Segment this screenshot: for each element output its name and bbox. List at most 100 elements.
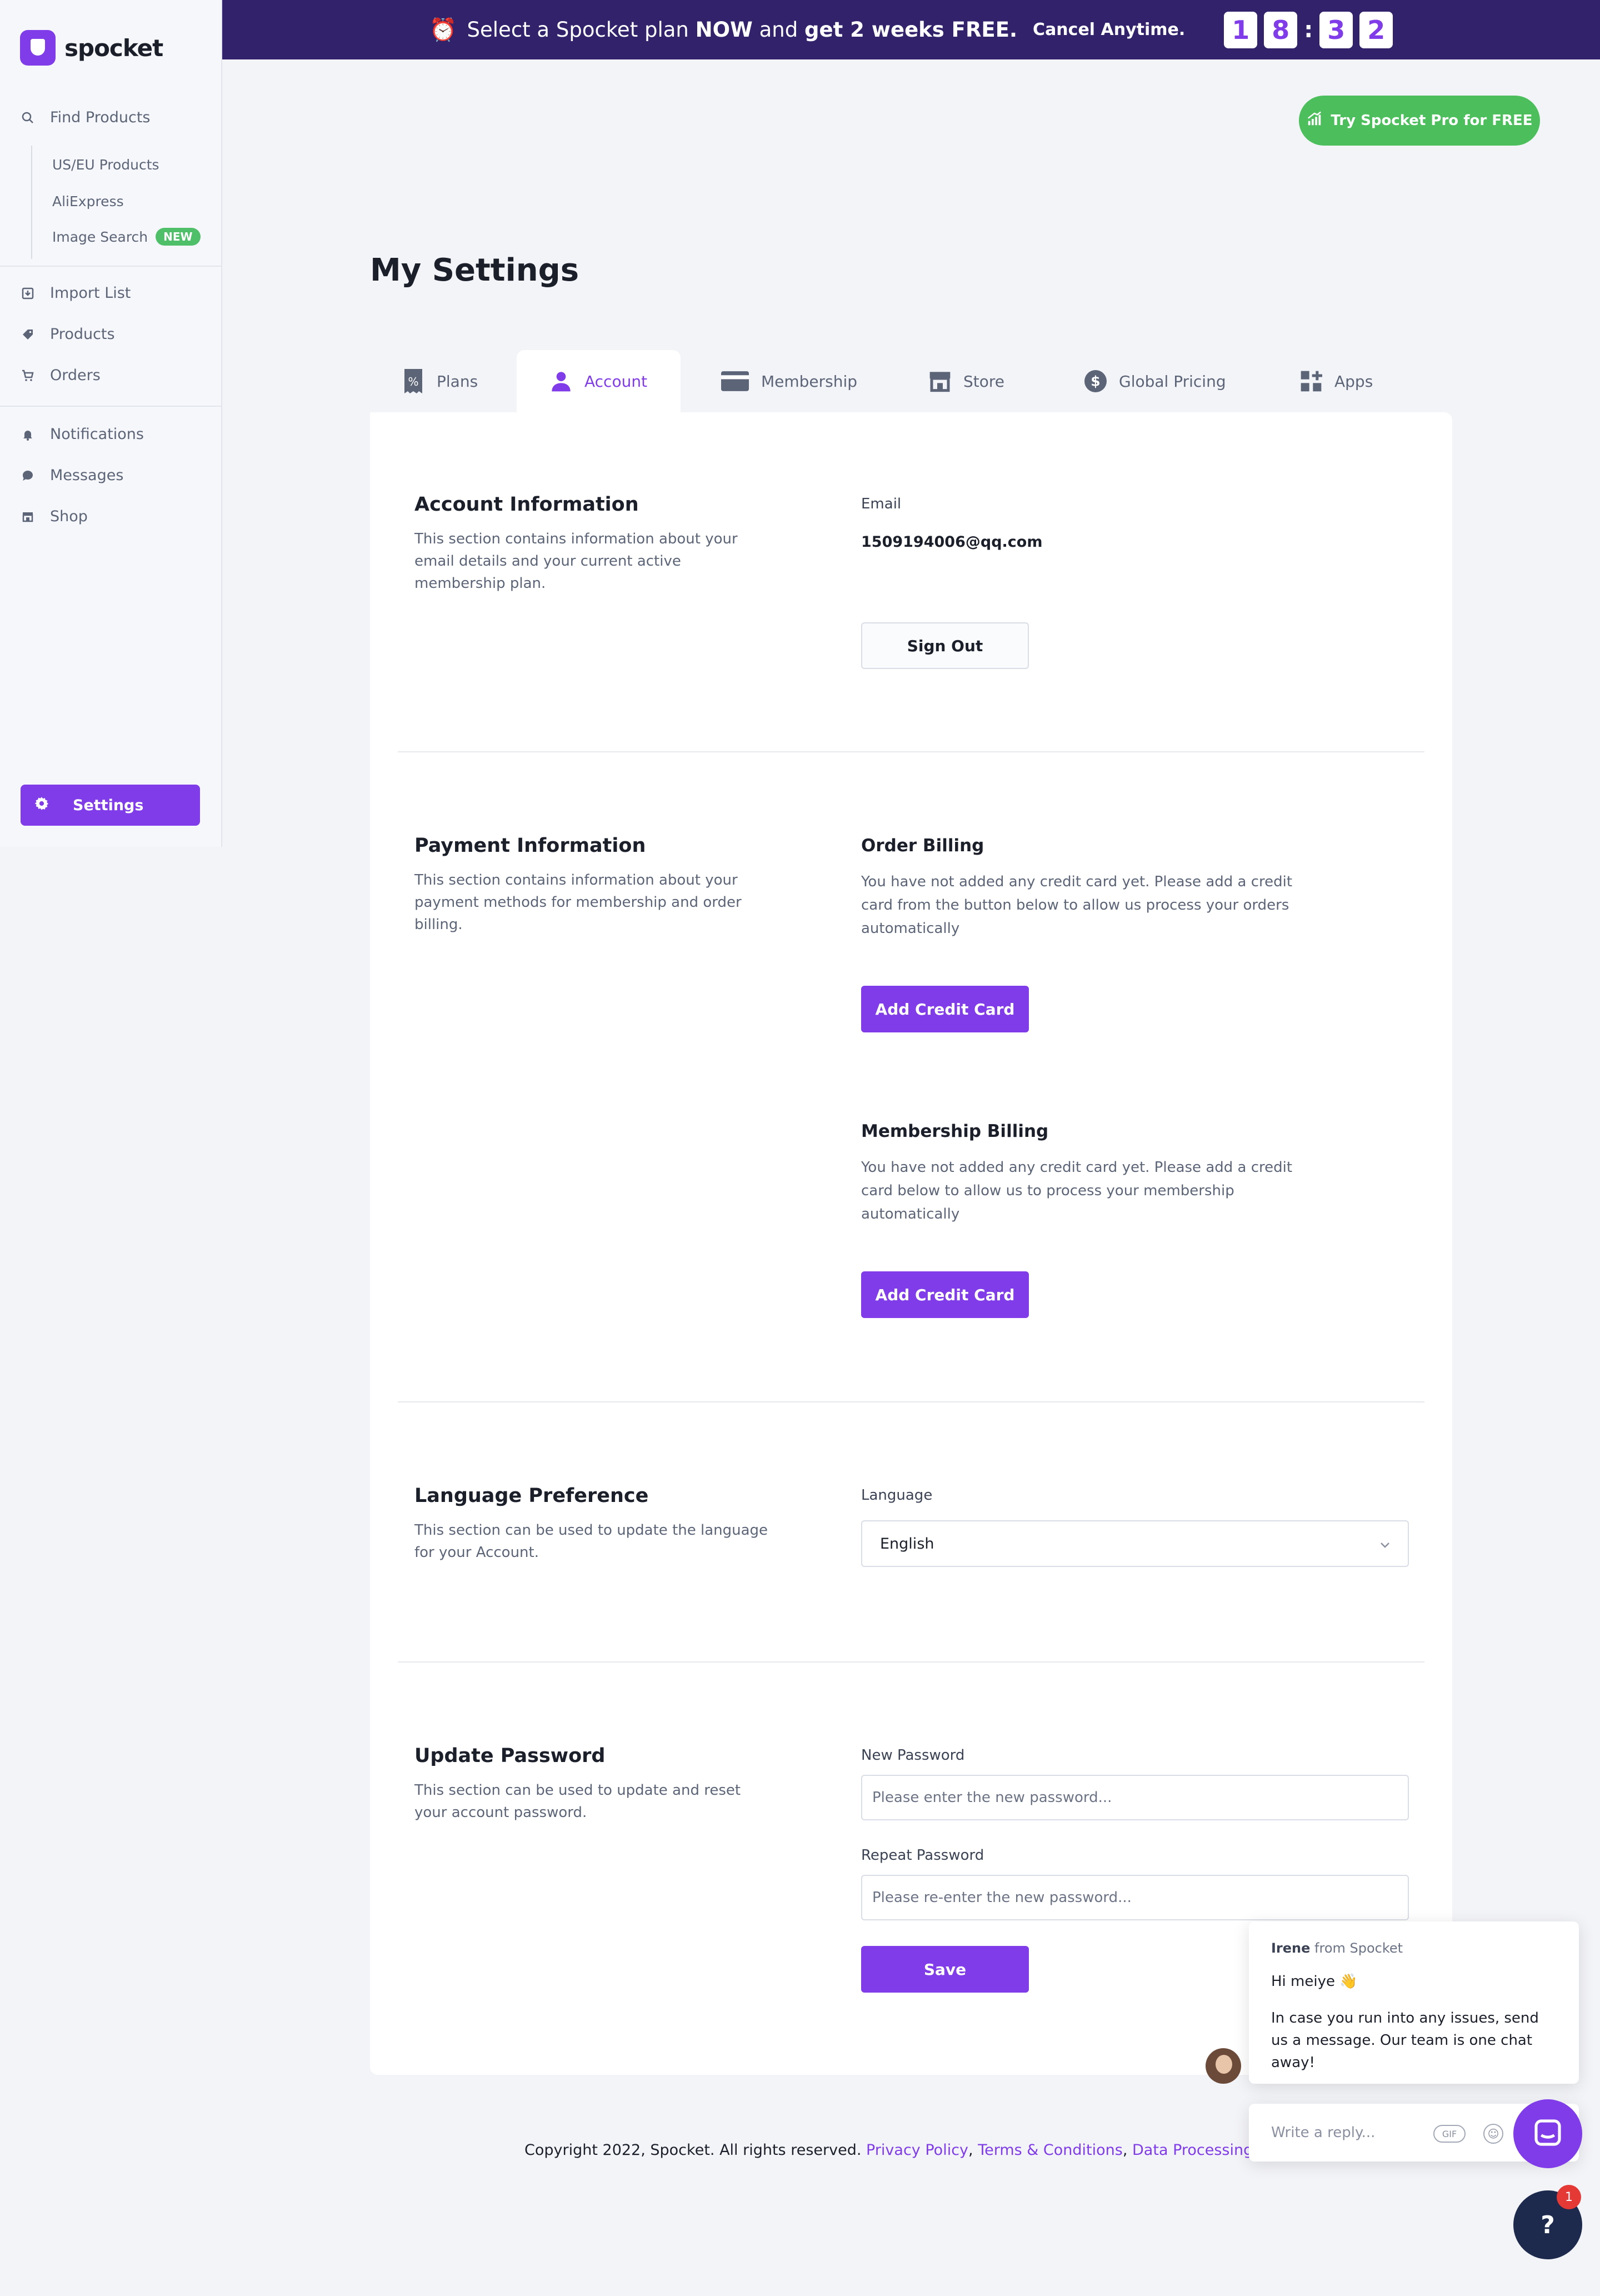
tab-store[interactable]: Store (929, 350, 1004, 412)
section-divider (398, 1661, 1424, 1663)
sidebar-subitem-label: US/EU Products (52, 157, 159, 173)
sidebar-item-import-list[interactable]: Import List (20, 284, 131, 302)
store-icon (20, 509, 36, 525)
try-pro-button[interactable]: Try Spocket Pro for FREE (1299, 96, 1540, 146)
countdown-timer: 1 8 : 3 2 (1224, 11, 1393, 48)
banner-cancel: Cancel Anytime. (1033, 20, 1186, 39)
save-button[interactable]: Save (861, 1946, 1029, 1993)
search-icon (20, 110, 36, 126)
timer-digit: 1 (1224, 11, 1258, 48)
tab-label: Store (963, 372, 1005, 391)
tab-account[interactable]: Account (517, 350, 681, 412)
dollar-icon: $ (1084, 370, 1107, 392)
brand-name: spocket (64, 34, 163, 62)
sidebar-item-label: Messages (50, 467, 124, 484)
chat-launcher-button[interactable] (1513, 2099, 1582, 2168)
banner-free: get 2 weeks FREE. (804, 18, 1018, 42)
page-title: My Settings (370, 252, 579, 288)
brand-logo[interactable]: spocket (20, 30, 163, 66)
section-divider (398, 751, 1424, 752)
settings-button[interactable]: Settings (21, 785, 200, 826)
tab-apps[interactable]: Apps (1300, 350, 1373, 412)
settings-card: Account Information This section contain… (370, 412, 1452, 2075)
sidebar: spocket Find Products US/EU Products Ali… (0, 0, 222, 847)
membership-billing-text: You have not added any credit card yet. … (861, 1159, 1293, 1222)
chat-agent-avatar (1206, 2048, 1241, 2084)
tab-label: Global Pricing (1119, 372, 1226, 391)
order-billing-title: Order Billing (861, 836, 984, 856)
alarm-clock-icon: ⏰ (429, 17, 457, 43)
banner-text: Select a Spocket plan NOW and get 2 week… (467, 18, 1018, 42)
sign-out-button[interactable]: Sign Out (861, 622, 1029, 669)
svg-text:$: $ (1091, 373, 1100, 389)
tab-global-pricing[interactable]: $ Global Pricing (1084, 350, 1226, 412)
sidebar-item-shop[interactable]: Shop (20, 508, 88, 525)
language-select[interactable]: English (861, 1520, 1409, 1567)
tab-plans[interactable]: % Plans (402, 350, 478, 412)
sidebar-divider (0, 266, 221, 267)
sidebar-item-orders[interactable]: Orders (20, 367, 101, 384)
chat-message-bubble[interactable]: Irene from Spocket Hi meiye 👋 In case yo… (1249, 1921, 1579, 2084)
submenu-line (31, 146, 32, 259)
repeat-password-label: Repeat Password (861, 1847, 984, 1864)
privacy-policy-link[interactable]: Privacy Policy (866, 2142, 968, 2159)
sidebar-item-find-products[interactable]: Find Products (20, 109, 150, 126)
banner-part1: Select a Spocket plan (467, 18, 689, 42)
user-icon (550, 370, 572, 392)
tab-membership[interactable]: Membership (721, 350, 857, 412)
import-icon (20, 286, 36, 301)
tab-label: Account (584, 372, 648, 391)
sidebar-item-label: Notifications (50, 426, 144, 443)
help-notification-badge: 1 (1557, 2185, 1581, 2209)
sidebar-subitem-us-eu-products[interactable]: US/EU Products (52, 157, 159, 173)
sidebar-divider (0, 406, 221, 407)
add-credit-card-order-button[interactable]: Add Credit Card (861, 986, 1029, 1032)
sidebar-item-label: Import List (50, 284, 131, 302)
card-icon (721, 370, 749, 392)
gif-icon[interactable]: GIF (1433, 2125, 1466, 2143)
spocket-logo-icon (20, 30, 56, 66)
order-billing-text: You have not added any credit card yet. … (861, 874, 1293, 937)
sidebar-item-products[interactable]: Products (20, 326, 115, 343)
password-section-title: Update Password (414, 1745, 606, 1767)
plans-icon: % (402, 369, 424, 393)
promo-banner[interactable]: ⏰ Select a Spocket plan NOW and get 2 we… (222, 0, 1600, 59)
language-label: Language (861, 1487, 933, 1504)
payment-section-desc: This section contains information about … (414, 872, 742, 933)
sidebar-subitem-aliexpress[interactable]: AliExpress (52, 193, 124, 209)
gear-icon (34, 796, 49, 815)
password-section-desc: This section can be used to update and r… (414, 1782, 741, 1821)
timer-digit: 3 (1319, 11, 1353, 48)
bell-icon (20, 427, 36, 442)
chat-sender: Irene from Spocket (1271, 1940, 1557, 1956)
language-select-value: English (880, 1535, 934, 1553)
chevron-down-icon (1380, 1535, 1390, 1553)
new-password-input[interactable]: Please enter the new password... (861, 1775, 1409, 1820)
sidebar-item-notifications[interactable]: Notifications (20, 426, 144, 443)
emoji-icon[interactable]: ☺ (1483, 2124, 1503, 2144)
new-badge: NEW (156, 228, 201, 246)
chat-message: In case you run into any issues, send us… (1271, 2010, 1539, 2071)
sidebar-subitem-label: AliExpress (52, 193, 124, 209)
terms-link[interactable]: Terms & Conditions (978, 2142, 1123, 2159)
cart-icon (20, 368, 36, 383)
sidebar-subitem-label: Image Search (52, 228, 148, 245)
footer: Copyright 2022, Spocket. All rights rese… (524, 2142, 1296, 2159)
payment-section-title: Payment Information (414, 835, 646, 857)
language-section-title: Language Preference (414, 1485, 649, 1507)
chart-growth-icon (1306, 111, 1323, 131)
banner-and: and (759, 18, 798, 42)
add-credit-card-membership-button[interactable]: Add Credit Card (861, 1271, 1029, 1318)
account-section-desc: This section contains information about … (414, 531, 738, 592)
settings-label: Settings (73, 796, 144, 814)
chat-window-icon (1532, 2117, 1563, 2150)
svg-text:%: % (408, 375, 418, 388)
section-divider (398, 1401, 1424, 1402)
footer-copyright: Copyright 2022, Spocket. All rights rese… (524, 2142, 862, 2159)
sidebar-item-messages[interactable]: Messages (20, 467, 123, 484)
sidebar-subitem-image-search[interactable]: Image Search NEW (52, 228, 201, 246)
email-value: 1509194006@qq.com (861, 533, 1043, 551)
chat-icon (20, 468, 36, 483)
tab-label: Apps (1334, 372, 1373, 391)
repeat-password-input[interactable]: Please re-enter the new password... (861, 1875, 1409, 1920)
